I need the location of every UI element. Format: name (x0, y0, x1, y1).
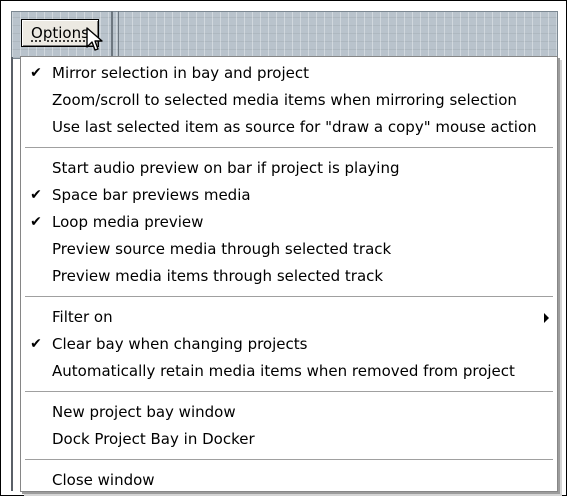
mouse-pointer-icon (86, 27, 103, 51)
menu-item-label: Close window (52, 471, 155, 489)
menu-item[interactable]: Preview source media through selected tr… (21, 236, 557, 263)
menu-item[interactable]: Filter on (21, 304, 557, 331)
menu-item-label: Preview source media through selected tr… (52, 240, 392, 258)
menu-item[interactable]: Preview media items through selected tra… (21, 263, 557, 290)
menu-item-label: Mirror selection in bay and project (52, 64, 309, 82)
menu-item-label: Space bar previews media (52, 186, 251, 204)
menu-item-label: Clear bay when changing projects (52, 335, 308, 353)
menu-item-label: Zoom/scroll to selected media items when… (52, 91, 517, 109)
menu-item-label: Dock Project Bay in Docker (52, 430, 255, 448)
window-frame: Options ✔ Mirror selection in bay and pro… (0, 0, 567, 496)
checkmark-icon: ✔ (30, 65, 42, 81)
menu-item-label: Filter on (52, 308, 113, 326)
menu-item[interactable]: ✔ Clear bay when changing projects (21, 331, 557, 358)
menu-item[interactable]: New project bay window (21, 399, 557, 426)
checkmark-icon: ✔ (30, 336, 42, 352)
checkmark-icon: ✔ (30, 187, 42, 203)
menu-item[interactable]: ✔ Mirror selection in bay and project (21, 60, 557, 87)
menu-item[interactable]: Use last selected item as source for "dr… (21, 114, 557, 141)
toolbar-divider (118, 11, 119, 57)
menu-item[interactable]: Dock Project Bay in Docker (21, 426, 557, 453)
menu-separator (25, 296, 553, 298)
menu-item[interactable]: Close window (21, 467, 557, 494)
toolbar-divider (111, 11, 113, 57)
menu-separator (25, 147, 553, 149)
menu-item[interactable]: Zoom/scroll to selected media items when… (21, 87, 557, 114)
menu-item[interactable]: Start audio preview on bar if project is… (21, 155, 557, 182)
options-popup-menu: ✔ Mirror selection in bay and project Zoom… (20, 56, 558, 492)
menu-item[interactable]: ✔ Space bar previews media (21, 182, 557, 209)
menu-item[interactable]: Automatically retain media items when re… (21, 358, 557, 385)
window-left-edge (11, 57, 13, 491)
options-button-label: Options (31, 24, 89, 42)
menu-item[interactable]: ✔ Loop media preview (21, 209, 557, 236)
menu-item-label: Use last selected item as source for "dr… (52, 118, 537, 136)
menu-item-label: Preview media items through selected tra… (52, 267, 384, 285)
submenu-arrow-icon (544, 313, 549, 323)
menu-separator (25, 459, 553, 461)
menu-item-label: Automatically retain media items when re… (52, 362, 515, 380)
checkmark-icon: ✔ (30, 214, 42, 230)
menu-separator (25, 391, 553, 393)
menu-item-label: New project bay window (52, 403, 236, 421)
menu-item-label: Start audio preview on bar if project is… (52, 159, 400, 177)
menu-item-label: Loop media preview (52, 213, 204, 231)
menu-list: ✔ Mirror selection in bay and project Zoom… (21, 57, 557, 494)
